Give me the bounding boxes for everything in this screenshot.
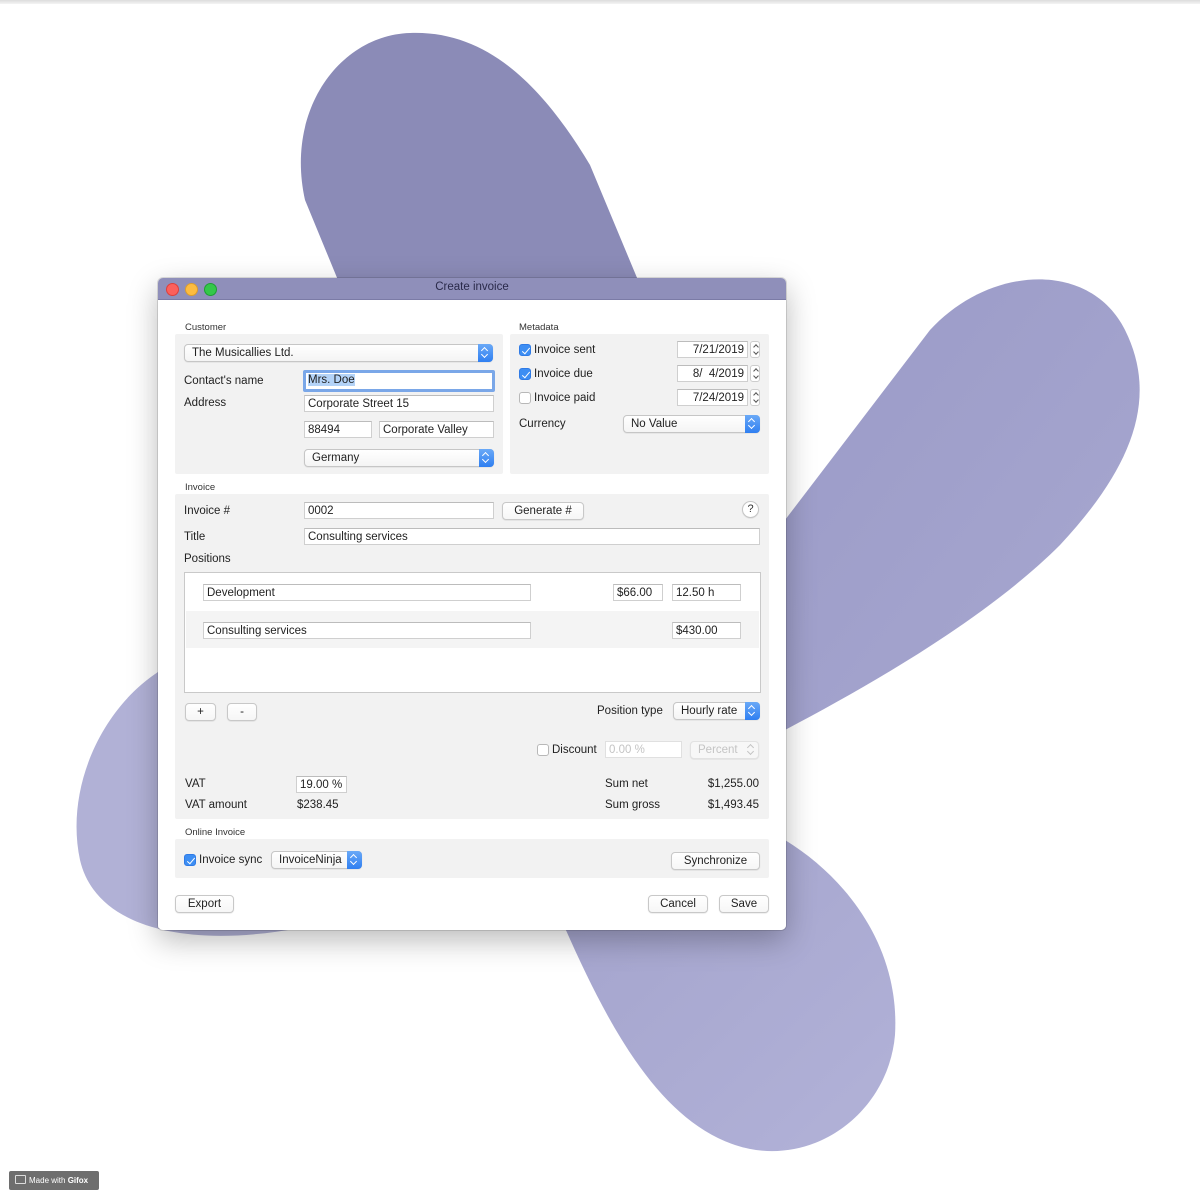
- invoice-paid-label: Invoice paid: [534, 392, 596, 404]
- metadata-section-label: Metadata: [519, 322, 559, 333]
- sum-net-label: Sum net: [605, 778, 648, 790]
- invoice-title-input[interactable]: Consulting services: [304, 528, 760, 545]
- vat-amount-value: $238.45: [297, 799, 339, 811]
- position-description-input[interactable]: Consulting services: [203, 622, 531, 639]
- invoice-title-label: Title: [184, 531, 206, 543]
- vat-input[interactable]: 19.00 %: [296, 776, 347, 793]
- watermark-brand: Gifox: [67, 1176, 89, 1185]
- position-type-value: Hourly rate: [681, 705, 738, 717]
- window-content: Customer The Musicallies Ltd. Contact's …: [158, 300, 786, 930]
- save-button[interactable]: Save: [719, 895, 769, 913]
- gifox-logo-icon: [15, 1175, 26, 1184]
- chevron-updown-icon: [479, 449, 494, 467]
- sync-service-select[interactable]: InvoiceNinja: [271, 851, 362, 869]
- currency-select-value: No Value: [631, 418, 678, 430]
- discount-label: Discount: [552, 744, 597, 756]
- online-invoice-section-label: Online Invoice: [185, 827, 246, 838]
- position-amount-input[interactable]: $430.00: [672, 622, 741, 639]
- chevron-updown-icon: [745, 702, 760, 720]
- contact-name-input[interactable]: Mrs. Doe: [303, 370, 495, 392]
- position-type-label: Position type: [597, 705, 663, 717]
- discount-type-value: Percent: [698, 744, 738, 756]
- vat-amount-label: VAT amount: [185, 799, 248, 811]
- list-item[interactable]: Consulting services $430.00: [186, 611, 759, 648]
- watermark-prefix: Made with: [29, 1176, 68, 1185]
- currency-label: Currency: [519, 418, 566, 430]
- invoice-due-stepper[interactable]: [750, 365, 760, 382]
- title-bar[interactable]: Create invoice: [158, 278, 786, 300]
- customer-select-value: The Musicallies Ltd.: [192, 347, 294, 359]
- customer-section-label: Customer: [185, 322, 227, 333]
- positions-label: Positions: [184, 553, 231, 565]
- contact-name-value: Mrs. Doe: [308, 374, 355, 386]
- remove-position-button[interactable]: -: [227, 703, 257, 721]
- invoice-paid-stepper[interactable]: [750, 389, 760, 406]
- discount-checkbox[interactable]: [537, 744, 549, 756]
- city-input[interactable]: Corporate Valley: [379, 421, 494, 438]
- invoice-sent-date[interactable]: 7/21/2019: [677, 341, 748, 358]
- positions-list[interactable]: Development $66.00 12.50 h Consulting se…: [184, 572, 761, 693]
- position-quantity-input[interactable]: 12.50 h: [672, 584, 741, 601]
- discount-input[interactable]: 0.00 %: [605, 741, 682, 758]
- position-description-input[interactable]: Development: [203, 584, 531, 601]
- country-select[interactable]: Germany: [304, 449, 494, 467]
- invoice-number-label: Invoice #: [184, 505, 231, 517]
- help-button[interactable]: ?: [742, 501, 759, 518]
- country-select-value: Germany: [312, 452, 360, 464]
- position-type-select[interactable]: Hourly rate: [673, 702, 760, 720]
- sum-gross-value: $1,493.45: [707, 799, 759, 811]
- blob-top: [300, 32, 640, 286]
- invoice-section-label: Invoice: [185, 482, 216, 493]
- export-button[interactable]: Export: [175, 895, 234, 913]
- sum-gross-label: Sum gross: [605, 799, 660, 811]
- sum-net-value: $1,255.00: [707, 778, 759, 790]
- gifox-watermark: Made with Gifox: [9, 1171, 99, 1190]
- chevron-updown-icon: [478, 344, 493, 362]
- discount-type-select[interactable]: Percent: [690, 741, 759, 759]
- create-invoice-window: Create invoice Customer The Musicallies …: [158, 278, 786, 930]
- blob-right: [785, 279, 1140, 730]
- invoice-due-label: Invoice due: [534, 368, 593, 380]
- zip-input[interactable]: 88494: [304, 421, 372, 438]
- contact-name-label: Contact's name: [184, 375, 264, 387]
- position-rate-input[interactable]: $66.00: [613, 584, 663, 601]
- chevron-updown-icon: [347, 851, 362, 869]
- invoice-due-checkbox[interactable]: [519, 368, 531, 380]
- invoice-sync-checkbox[interactable]: [184, 854, 196, 866]
- currency-select[interactable]: No Value: [623, 415, 760, 433]
- invoice-paid-checkbox[interactable]: [519, 392, 531, 404]
- invoice-paid-date[interactable]: 7/24/2019: [677, 389, 748, 406]
- synchronize-button[interactable]: Synchronize: [671, 852, 760, 870]
- cancel-button[interactable]: Cancel: [648, 895, 708, 913]
- invoice-due-date[interactable]: 8/ 4/2019: [677, 365, 748, 382]
- vat-label: VAT: [185, 778, 206, 790]
- address-label: Address: [184, 397, 227, 409]
- list-item[interactable]: Development $66.00 12.50 h: [186, 574, 759, 611]
- window-title: Create invoice: [435, 281, 509, 293]
- invoice-number-input[interactable]: 0002: [304, 502, 494, 519]
- customer-select[interactable]: The Musicallies Ltd.: [184, 344, 493, 362]
- invoice-sent-checkbox[interactable]: [519, 344, 531, 356]
- sync-service-value: InvoiceNinja: [279, 854, 342, 866]
- invoice-sent-label: Invoice sent: [534, 344, 596, 356]
- chevron-updown-icon: [745, 415, 760, 433]
- invoice-sync-label: Invoice sync: [199, 854, 263, 866]
- add-position-button[interactable]: +: [185, 703, 216, 721]
- invoice-sent-stepper[interactable]: [750, 341, 760, 358]
- generate-number-button[interactable]: Generate #: [502, 502, 584, 520]
- chevron-updown-icon: [744, 741, 759, 759]
- street-input[interactable]: Corporate Street 15: [304, 395, 494, 412]
